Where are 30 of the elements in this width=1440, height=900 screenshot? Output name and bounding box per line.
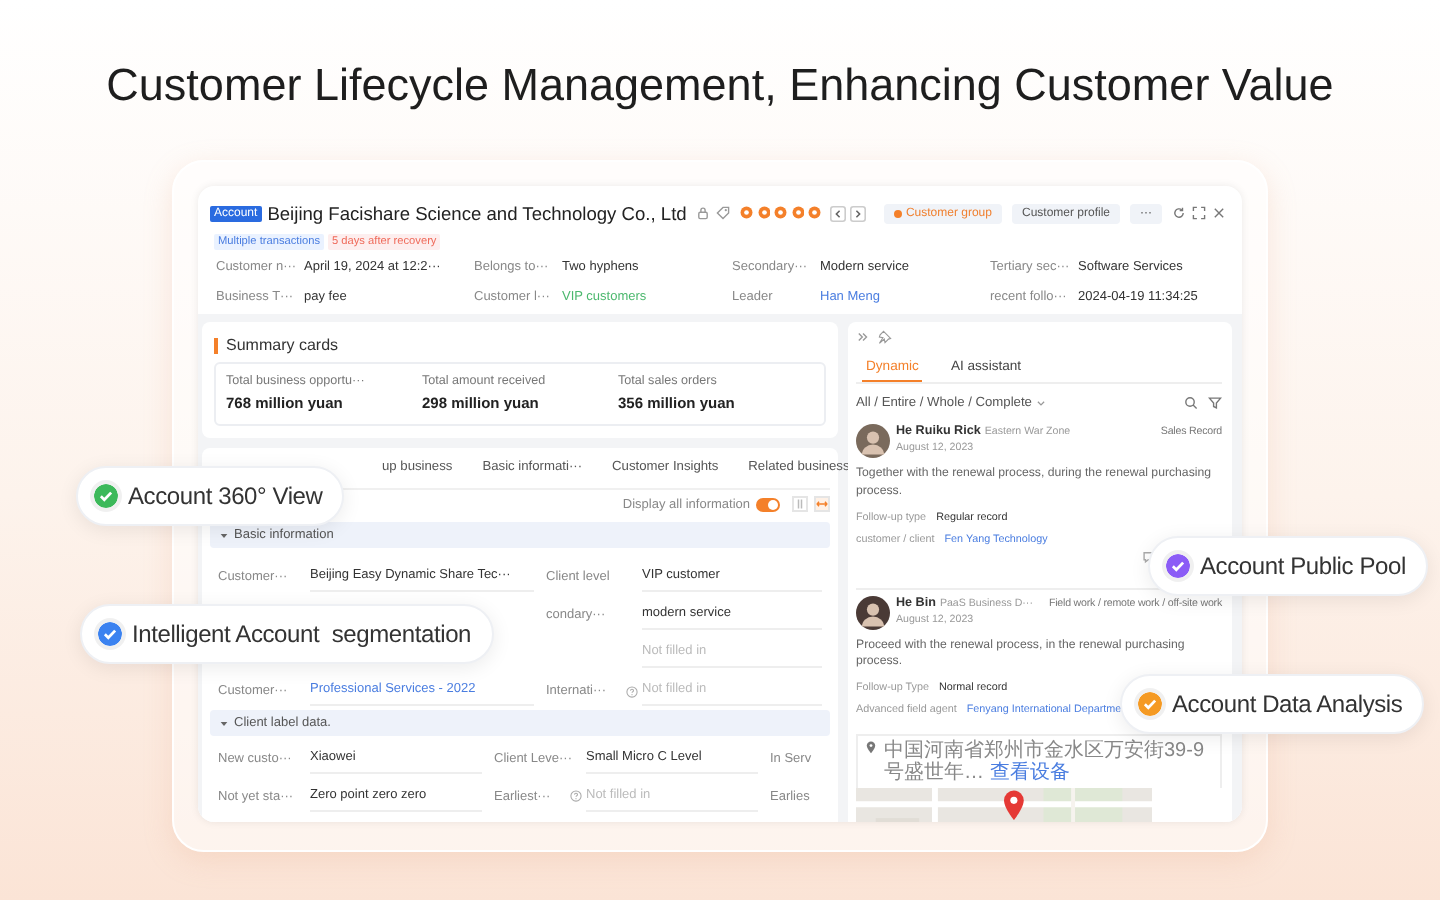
caret-icon — [220, 531, 228, 539]
callout-text: Account Data Analysis — [1172, 690, 1403, 718]
help-icon[interactable] — [570, 790, 582, 802]
caret-icon — [1035, 398, 1046, 408]
layout-button[interactable] — [792, 496, 808, 512]
record-title: Beijing Facishare Science and Technology Co., Ltd — [267, 203, 687, 223]
address-link[interactable]: 查看设备 — [989, 762, 1070, 785]
fullscreen-icon[interactable] — [1192, 206, 1206, 220]
avatar — [856, 424, 890, 458]
callout-text: Account 360° View — [128, 482, 323, 510]
refresh-icon[interactable] — [1172, 206, 1186, 220]
caret-icon — [220, 719, 228, 727]
headline: Customer Lifecycle Management, Enhancing Customer Value — [106, 58, 1334, 112]
collapse-icon[interactable] — [856, 330, 870, 344]
help-icon[interactable] — [626, 685, 638, 697]
previous-button[interactable] — [829, 205, 846, 221]
location-icon — [864, 740, 878, 755]
next-button[interactable] — [849, 205, 866, 221]
tag-icon[interactable] — [716, 206, 731, 220]
callout-text: Account Public Pool — [1200, 552, 1406, 580]
section-title: Summary cards — [226, 336, 339, 354]
close-icon[interactable] — [1212, 206, 1226, 220]
callout-text: Intelligent Account segmentation — [132, 620, 472, 648]
avatar — [856, 595, 890, 630]
filter-icon[interactable] — [1208, 396, 1222, 410]
search-icon[interactable] — [1184, 396, 1198, 410]
display-toggle[interactable] — [756, 497, 780, 511]
layout-button[interactable] — [814, 496, 830, 512]
address-text: 中国河南省郑州市金水区万安街39-9号盛世年… 查看设备 — [884, 740, 1207, 785]
lock-icon[interactable] — [696, 206, 711, 220]
